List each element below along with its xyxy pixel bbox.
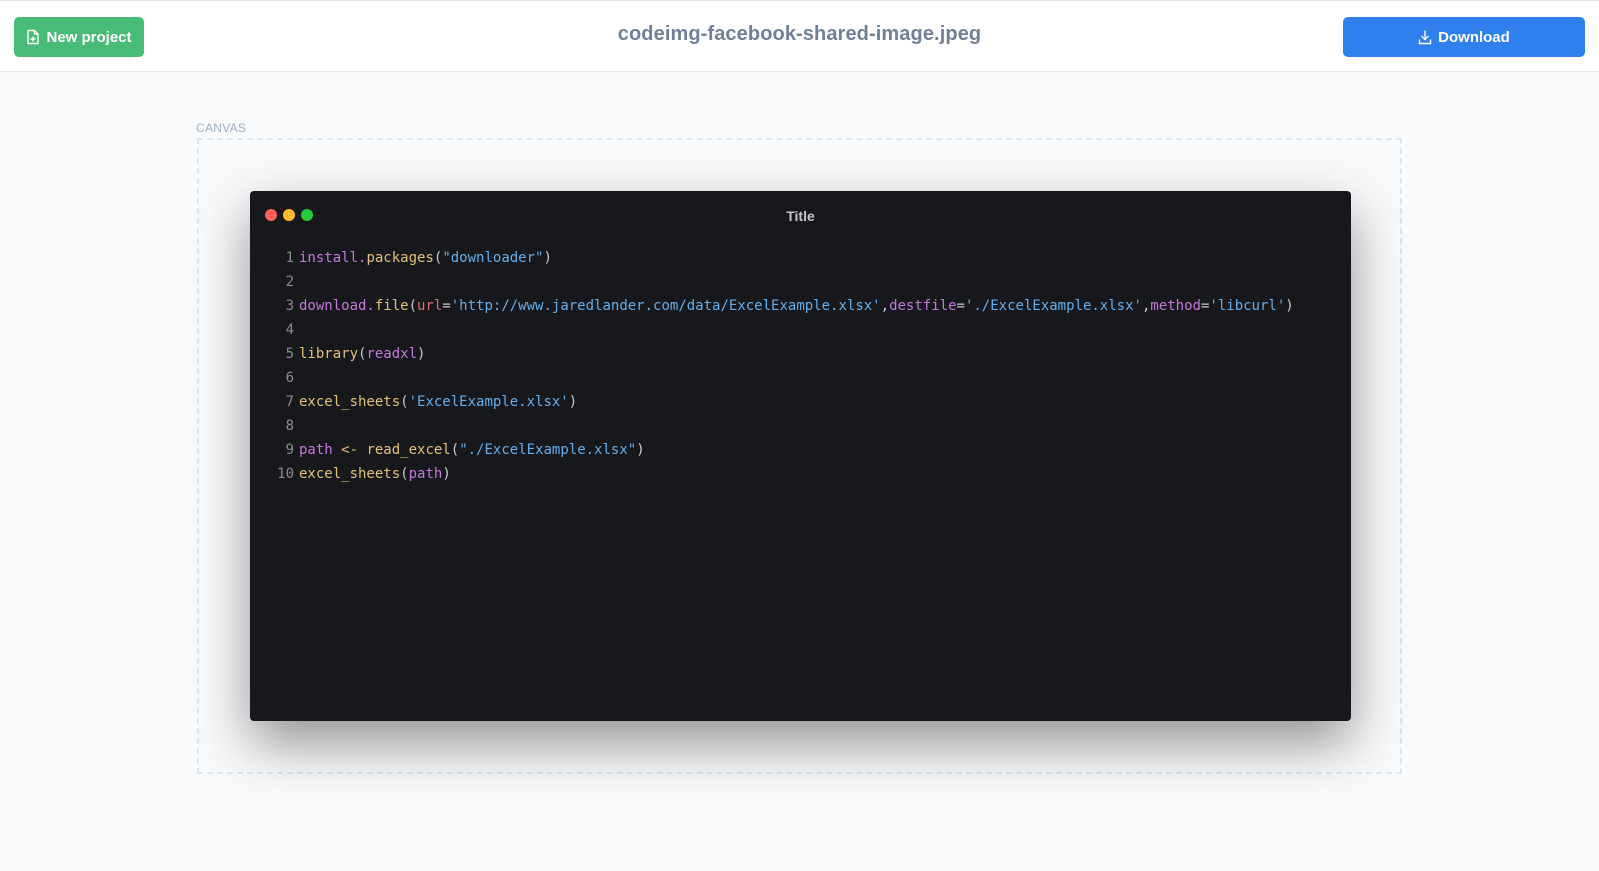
code-token: "downloader" [442, 250, 544, 266]
code-token: ) [568, 394, 578, 410]
line-number: 2 [285, 274, 294, 290]
code-line: 1 install.packages("downloader") [272, 246, 1294, 270]
code-token: download. [299, 298, 375, 314]
code-token: './ExcelExample.xlsx' [964, 298, 1142, 314]
code-line-content: excel_sheets('ExcelExample.xlsx') [299, 390, 577, 414]
code-token: = [956, 298, 965, 314]
code-token: , [880, 298, 890, 314]
top-bar: New project codeimg-facebook-shared-imag… [0, 0, 1599, 72]
code-token: <- [341, 442, 359, 458]
code-line-content: download.file(url='http://www.jaredlande… [299, 294, 1294, 318]
code-token: excel_sheets [299, 466, 401, 482]
code-token: path [408, 466, 443, 482]
line-number: 9 [285, 442, 294, 458]
code-token: excel_sheets [299, 394, 401, 410]
code-token: method [1150, 298, 1201, 314]
code-token: ) [442, 466, 451, 482]
download-icon [1418, 29, 1432, 45]
download-label: Download [1438, 28, 1510, 46]
line-number: 7 [285, 394, 294, 410]
code-line: 6 [272, 366, 1294, 390]
code-token: ( [400, 394, 409, 410]
line-number: 3 [285, 298, 294, 314]
line-number: 6 [285, 370, 294, 386]
line-number: 10 [277, 466, 294, 482]
code-token: ) [1285, 298, 1294, 314]
code-line: 3 download.file(url='http://www.jaredland… [272, 294, 1294, 318]
canvas-label: CANVAS [196, 121, 247, 135]
code-line: 8 [272, 414, 1294, 438]
code-token: "./ExcelExample.xlsx" [459, 442, 637, 458]
code-token: destfile [889, 298, 957, 314]
code-token: read_excel [366, 442, 451, 458]
code-token: ) [417, 346, 426, 362]
code-token: ) [636, 442, 645, 458]
line-number: 8 [285, 418, 294, 434]
code-token: library [299, 346, 359, 362]
code-token: url [417, 298, 443, 314]
download-button[interactable]: Download [1343, 17, 1585, 57]
code-line: 4 [272, 318, 1294, 342]
code-line: 5 library(readxl) [272, 342, 1294, 366]
code-line: 9 path <- read_excel("./ExcelExample.xlsx… [272, 438, 1294, 462]
code-line-content: excel_sheets(path) [299, 462, 451, 486]
code-line-content: install.packages("downloader") [299, 246, 552, 270]
code-window: Title 1 install.packages("downloader") 2 3 d… [250, 191, 1351, 721]
code-token: 'http://www.jaredlander.com/data/ExcelEx… [450, 298, 881, 314]
code-token: ) [543, 250, 552, 266]
line-number: 4 [285, 322, 294, 338]
line-number: 5 [285, 346, 294, 362]
code-line: 10 excel_sheets(path) [272, 462, 1294, 486]
code-token: ( [400, 466, 409, 482]
code-token: = [442, 298, 451, 314]
code-token: ( [408, 298, 418, 314]
code-token: file [374, 298, 409, 314]
code-line-content: library(readxl) [299, 342, 425, 366]
code-token: packages [366, 250, 434, 266]
code-token: 'libcurl' [1209, 298, 1286, 314]
code-line: 7 excel_sheets('ExcelExample.xlsx') [272, 390, 1294, 414]
code-token: 'ExcelExample.xlsx' [408, 394, 569, 410]
code-line-content: path <- read_excel("./ExcelExample.xlsx"… [299, 438, 645, 462]
code-token: install. [299, 250, 367, 266]
code-line: 2 [272, 270, 1294, 294]
code-editor[interactable]: 1 install.packages("downloader") 2 3 downloa… [272, 246, 1294, 486]
code-token: ( [450, 442, 460, 458]
line-number: 1 [285, 250, 294, 266]
code-token: path [299, 442, 333, 458]
code-token: readxl [366, 346, 418, 362]
window-title[interactable]: Title [250, 208, 1351, 224]
